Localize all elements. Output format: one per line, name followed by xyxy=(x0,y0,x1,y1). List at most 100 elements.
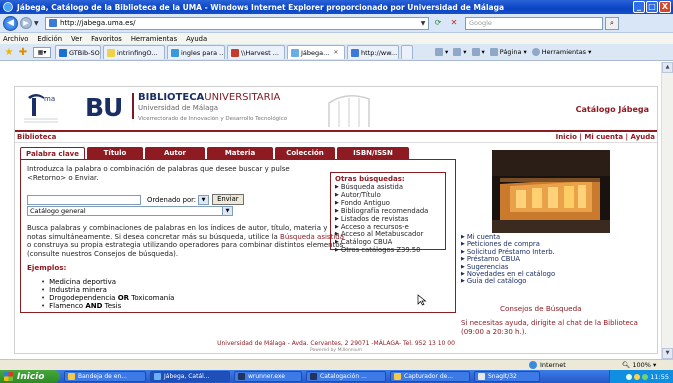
menu-ayuda[interactable]: Ayuda xyxy=(186,35,207,43)
taskbar-item-catalogacion[interactable]: Catalogación ... xyxy=(306,371,386,382)
biblioteca-link[interactable]: Biblioteca xyxy=(17,133,56,141)
start-button[interactable]: Inicio xyxy=(0,370,60,383)
tab-intrinfing[interactable]: intrinfingO... xyxy=(103,45,165,59)
menu-favoritos[interactable]: Favoritos xyxy=(91,35,122,43)
example-text: Medicina deportiva xyxy=(49,278,117,286)
catalog-title: Catálogo Jábega xyxy=(575,105,649,114)
vicerrectorado-text: Vicerrectorado de Innovación y Desarroll… xyxy=(138,116,288,122)
start-label: Inicio xyxy=(17,371,45,382)
mouse-pointer-icon xyxy=(417,294,427,306)
stop-icon[interactable]: ✕ xyxy=(447,17,461,30)
tab-autor[interactable]: Autor xyxy=(145,147,205,159)
search-placeholder[interactable]: Google xyxy=(469,19,602,27)
history-dropdown-icon[interactable]: ▼ xyxy=(34,20,41,27)
tab-harvest[interactable]: \\Harvest ... xyxy=(227,45,285,59)
tab-label: Jábega... xyxy=(301,48,330,57)
consejos-busqueda-link[interactable]: Consejos de Búsqueda xyxy=(500,304,582,313)
footer-powered: Powered by Millennium xyxy=(309,348,363,353)
maximize-button[interactable]: □ xyxy=(646,1,658,13)
tab-label: ingles para ... xyxy=(181,48,225,57)
page-menu[interactable]: Página ▾ xyxy=(489,48,527,56)
taskbar-item-wrunner[interactable]: wrunner.exe xyxy=(234,371,302,382)
tab-favicon-icon xyxy=(107,48,115,57)
chevron-down-icon[interactable]: ▼ xyxy=(222,207,232,215)
search-field[interactable]: Google xyxy=(465,16,603,30)
taskbar: Inicio Bandeja de en... Jábega, Catál...… xyxy=(0,370,673,383)
tab-titulo[interactable]: Título xyxy=(87,147,143,159)
top-nav-links[interactable]: Inicio | Mi cuenta | Ayuda xyxy=(556,133,655,141)
tab-label: GTBib-SOD xyxy=(69,48,100,57)
library-title-part2: UNIVERSITARIA xyxy=(204,92,281,103)
print-icon[interactable]: ▾ xyxy=(471,48,485,56)
address-field[interactable]: http://jabega.uma.es/ ▼ xyxy=(45,16,429,30)
tab-favicon-icon xyxy=(171,48,179,57)
university-name: Universidad de Málaga xyxy=(138,104,219,112)
tray-icon[interactable] xyxy=(642,373,649,380)
library-photo xyxy=(492,150,610,233)
favorites-star-icon[interactable]: ★ xyxy=(2,47,16,58)
page-menu-label: Página xyxy=(499,48,522,56)
minimize-button[interactable]: _ xyxy=(633,1,645,13)
search-intro: Introduzca la palabra o combinación de p… xyxy=(27,165,290,182)
menu-archivo[interactable]: Archivo xyxy=(3,35,28,43)
tab-close-icon[interactable]: ✕ xyxy=(333,49,338,56)
clock[interactable]: 11:55 xyxy=(650,373,669,381)
forward-button[interactable]: ▶ xyxy=(20,17,32,29)
tab-palabra-clave[interactable]: Palabra clave xyxy=(20,147,85,159)
submit-button[interactable]: Enviar xyxy=(212,194,244,205)
example-operator: OR xyxy=(117,294,130,302)
tab-favicon-icon xyxy=(291,48,299,57)
tab-gtbib[interactable]: GTBib-SOD xyxy=(55,45,101,59)
close-button[interactable]: X xyxy=(659,1,671,13)
other-searches-box: Otras búsquedas: Búsqueda asistida Autor… xyxy=(330,172,446,254)
help-chat-text[interactable]: Si necesitas ayuda, dirígite al chat de … xyxy=(461,319,651,336)
tab-ingles[interactable]: ingles para ... xyxy=(167,45,225,59)
feeds-icon[interactable]: ▾ xyxy=(453,48,467,56)
help-text-2: o construya su propia estrategia utiliza… xyxy=(27,241,344,258)
scroll-up-icon[interactable]: ▲ xyxy=(662,62,673,73)
tabs-bar: ★ ✚ ▦▾ GTBib-SOD intrinfingO... ingles p… xyxy=(0,44,673,61)
taskbar-item-ie[interactable]: Jábega, Catál... xyxy=(150,371,230,382)
taskbar-item-snagit[interactable]: SnagIt/32 xyxy=(474,371,540,382)
taskbar-item-capturador[interactable]: Capturador de... xyxy=(390,371,470,382)
tab-isbn-issn[interactable]: ISBN/ISSN xyxy=(337,147,409,159)
keyword-input[interactable] xyxy=(27,194,141,205)
tab-coleccion[interactable]: Colección xyxy=(275,147,335,159)
address-url[interactable]: http://jabega.uma.es/ xyxy=(60,19,418,27)
example-item: Medicina deportiva xyxy=(41,278,174,286)
back-button[interactable]: ◀ xyxy=(3,15,18,31)
new-tab-button[interactable] xyxy=(401,45,413,59)
other-search-link[interactable]: Otros catálogos Z39.50 xyxy=(335,246,441,255)
menu-edicion[interactable]: Edición xyxy=(37,35,62,43)
vertical-scrollbar[interactable]: ▲ ▼ xyxy=(661,62,673,359)
scroll-down-icon[interactable]: ▼ xyxy=(662,348,673,359)
catalog-select[interactable]: Catálogo general ▼ xyxy=(27,206,233,216)
taskbar-item-outlook[interactable]: Bandeja de en... xyxy=(64,371,146,382)
home-icon[interactable]: ▾ xyxy=(435,48,448,56)
search-icon[interactable]: ⌕ xyxy=(605,16,619,30)
tools-menu[interactable]: Herramientas ▾ xyxy=(531,48,591,56)
menu-ver[interactable]: Ver xyxy=(71,35,82,43)
order-select[interactable]: ▼ xyxy=(198,194,210,205)
search-help: Busca palabras y combinaciones de palabr… xyxy=(27,224,345,258)
zoom-level[interactable]: 🔍︎ 100% ▾ xyxy=(622,361,656,369)
other-searches-title: Otras búsquedas: xyxy=(335,175,405,183)
guia-catalogo-link[interactable]: Guía del catálogo xyxy=(461,278,639,286)
window-title: Jábega, Catálogo de la Biblioteca de la … xyxy=(17,2,505,12)
library-title-part1: BIBLIOTECA xyxy=(138,92,205,103)
menu-herramientas[interactable]: Herramientas xyxy=(131,35,177,43)
tab-jabega[interactable]: Jábega... ✕ xyxy=(287,45,345,59)
example-text: Tesis xyxy=(102,302,122,310)
refresh-icon[interactable]: ⟳ xyxy=(431,17,445,30)
example-text: Drogodependencia xyxy=(49,294,118,302)
address-dropdown-icon[interactable]: ▼ xyxy=(418,20,428,27)
ie-logo-icon xyxy=(3,2,13,12)
tray-icon[interactable] xyxy=(626,373,633,380)
add-favorite-icon[interactable]: ✚ xyxy=(16,47,30,58)
tray-icon[interactable] xyxy=(634,373,641,380)
tab-favicon-icon xyxy=(59,48,67,57)
zoom-value: 100% xyxy=(632,361,651,369)
tab-materia[interactable]: Materia xyxy=(207,147,273,159)
tab-http[interactable]: http://ww... xyxy=(347,45,399,59)
quick-tabs-icon[interactable]: ▦▾ xyxy=(33,46,51,58)
